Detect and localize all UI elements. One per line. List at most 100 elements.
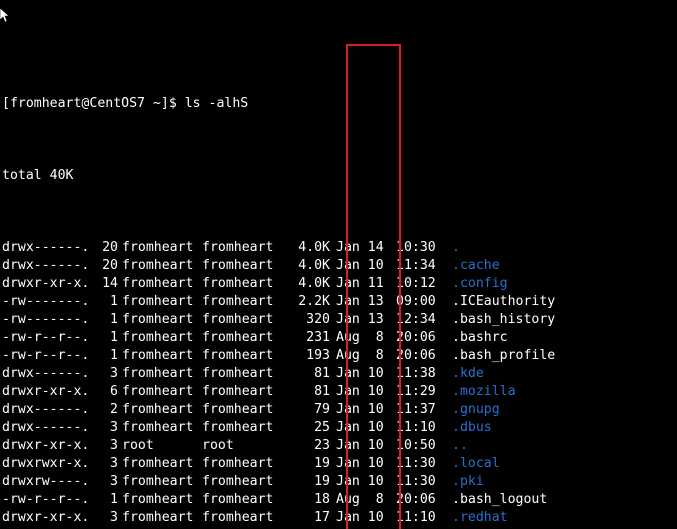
permissions: drwxr-xr-x.: [2, 275, 88, 293]
time: 20:06: [396, 329, 446, 347]
file-name: .bash_history: [446, 312, 555, 327]
time: 11:10: [396, 509, 446, 527]
time: 12:34: [396, 311, 446, 329]
file-name: .mozilla: [446, 384, 516, 399]
link-count: 3: [88, 455, 118, 473]
group: root: [202, 437, 282, 455]
date: Aug 8: [330, 347, 396, 365]
size: 4.0K: [282, 239, 330, 257]
owner: fromheart: [118, 473, 202, 491]
list-item: drwx------.20fromheartfromheart4.0KJan 1…: [2, 239, 675, 257]
file-name: .config: [446, 276, 508, 291]
file-name: .bashrc: [446, 330, 508, 345]
time: 11:38: [396, 365, 446, 383]
permissions: -rw-r--r--.: [2, 329, 88, 347]
file-name: .pki: [446, 474, 484, 489]
list-item: drwx------.3fromheartfromheart25Jan 1011…: [2, 419, 675, 437]
file-name: .redhat: [446, 510, 508, 525]
list-item: drwxr-xr-x.6fromheartfromheart81Jan 1011…: [2, 383, 675, 401]
file-name: .cache: [446, 258, 500, 273]
list-item: -rw-r--r--.1fromheartfromheart231Aug 820…: [2, 329, 675, 347]
date: Jan 11: [330, 275, 396, 293]
owner: fromheart: [118, 455, 202, 473]
file-name: .gnupg: [446, 402, 500, 417]
link-count: 20: [88, 257, 118, 275]
link-count: 1: [88, 293, 118, 311]
owner: fromheart: [118, 365, 202, 383]
date: Jan 10: [330, 257, 396, 275]
prompt-line: [fromheart@CentOS7 ~]$ ls -alhS: [2, 95, 675, 113]
link-count: 2: [88, 401, 118, 419]
permissions: drwxr-xr-x.: [2, 383, 88, 401]
link-count: 3: [88, 473, 118, 491]
list-item: -rw-------.1fromheartfromheart2.2KJan 13…: [2, 293, 675, 311]
terminal-output[interactable]: [fromheart@CentOS7 ~]$ ls -alhS total 40…: [0, 0, 677, 529]
file-name: .kde: [446, 366, 484, 381]
group: fromheart: [202, 347, 282, 365]
list-item: drwxr-xr-x.3root root 23Jan 1010:50..: [2, 437, 675, 455]
link-count: 3: [88, 419, 118, 437]
group: fromheart: [202, 419, 282, 437]
time: 11:30: [396, 473, 446, 491]
list-item: drwx------.20fromheartfromheart4.0KJan 1…: [2, 257, 675, 275]
permissions: drwx------.: [2, 239, 88, 257]
file-name: .local: [446, 456, 500, 471]
permissions: drwxr-xr-x.: [2, 437, 88, 455]
date: Jan 14: [330, 239, 396, 257]
date: Jan 10: [330, 473, 396, 491]
size: 18: [282, 491, 330, 509]
owner: fromheart: [118, 329, 202, 347]
file-name: .bash_logout: [446, 492, 547, 507]
permissions: drwx------.: [2, 257, 88, 275]
owner: fromheart: [118, 275, 202, 293]
list-item: drwxr-xr-x.14fromheartfromheart4.0KJan 1…: [2, 275, 675, 293]
date: Jan 10: [330, 401, 396, 419]
date: Jan 10: [330, 365, 396, 383]
size: 193: [282, 347, 330, 365]
group: fromheart: [202, 509, 282, 527]
owner: fromheart: [118, 383, 202, 401]
owner: fromheart: [118, 293, 202, 311]
date: Jan 13: [330, 293, 396, 311]
link-count: 6: [88, 383, 118, 401]
group: fromheart: [202, 473, 282, 491]
owner: fromheart: [118, 509, 202, 527]
time: 11:29: [396, 383, 446, 401]
prompt-host: CentOS7: [89, 96, 145, 111]
size: 25: [282, 419, 330, 437]
permissions: -rw-------.: [2, 293, 88, 311]
owner: fromheart: [118, 257, 202, 275]
group: fromheart: [202, 311, 282, 329]
size: 320: [282, 311, 330, 329]
date: Jan 10: [330, 509, 396, 527]
permissions: drwx------.: [2, 401, 88, 419]
total-line: total 40K: [2, 167, 675, 185]
group: fromheart: [202, 293, 282, 311]
file-name: .: [446, 240, 460, 255]
size: 231: [282, 329, 330, 347]
link-count: 3: [88, 509, 118, 527]
time: 20:06: [396, 347, 446, 365]
file-name: ..: [446, 438, 468, 453]
prompt-symbol: $: [169, 96, 177, 111]
list-item: -rw-r--r--.1fromheartfromheart193Aug 820…: [2, 347, 675, 365]
size: 4.0K: [282, 275, 330, 293]
time: 10:50: [396, 437, 446, 455]
cursor-arrow-icon: [0, 8, 12, 24]
link-count: 3: [88, 437, 118, 455]
size: 81: [282, 365, 330, 383]
time: 11:10: [396, 419, 446, 437]
list-item: -rw-r--r--.1fromheartfromheart18Aug 820:…: [2, 491, 675, 509]
owner: fromheart: [118, 311, 202, 329]
permissions: -rw-r--r--.: [2, 347, 88, 365]
list-item: drwxr-xr-x.3fromheartfromheart17Jan 1011…: [2, 509, 675, 527]
size: 81: [282, 383, 330, 401]
link-count: 1: [88, 491, 118, 509]
group: fromheart: [202, 329, 282, 347]
group: fromheart: [202, 455, 282, 473]
owner: fromheart: [118, 491, 202, 509]
date: Jan 13: [330, 311, 396, 329]
date: Jan 10: [330, 455, 396, 473]
size: 79: [282, 401, 330, 419]
date: Aug 8: [330, 329, 396, 347]
